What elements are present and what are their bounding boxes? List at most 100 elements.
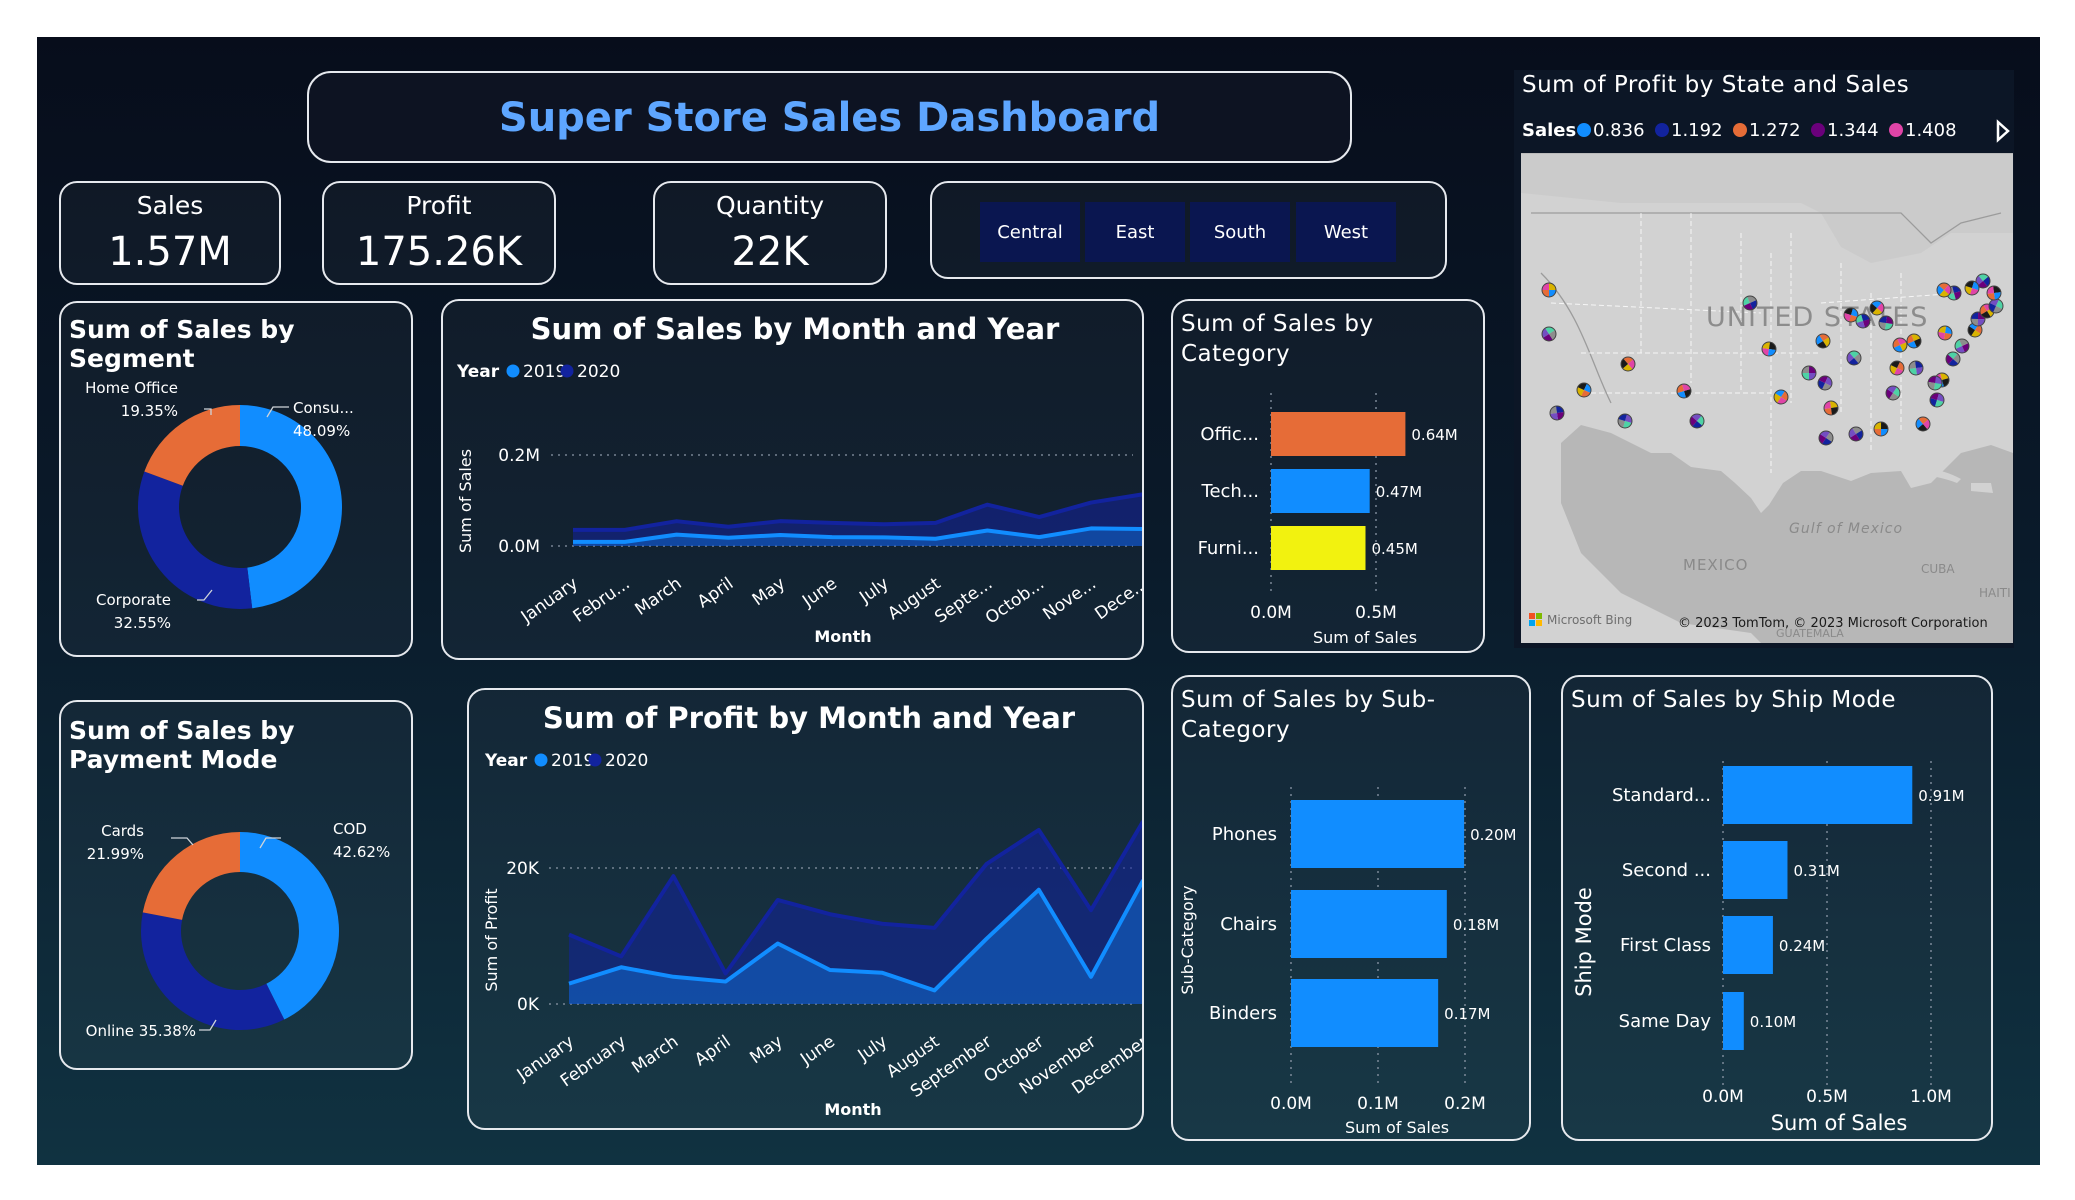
map-state-marker[interactable] — [1964, 280, 1980, 296]
map-state-marker[interactable] — [1878, 315, 1894, 331]
subcategory-ylabel: Sub-Category — [1178, 885, 1197, 994]
map-state-marker[interactable] — [1676, 383, 1692, 399]
region-button-west[interactable]: West — [1296, 202, 1396, 262]
profit-month-chart: Sum of Profit by Month and Year Year 201… — [482, 701, 1142, 1119]
profit-xtick-6: July — [854, 1032, 891, 1066]
sales-xtick-9: Octob... — [982, 574, 1048, 629]
payment-slice-online[interactable] — [141, 912, 285, 1030]
map-haiti-label: HAITI — [1979, 586, 2011, 600]
subcategory-value-binders: 0.17M — [1444, 1005, 1490, 1023]
sales-xlabel: Month — [814, 627, 871, 646]
map-state-marker[interactable] — [1945, 351, 1961, 367]
shipmode-value-standard: 0.91M — [1918, 787, 1964, 805]
map-state-marker[interactable] — [1873, 421, 1889, 437]
category-bar-tech[interactable] — [1271, 469, 1370, 513]
shipmode-bar-standard[interactable] — [1723, 766, 1913, 824]
segment-pct-corporate: 32.55% — [114, 614, 171, 632]
map-state-marker[interactable] — [1988, 298, 2004, 314]
map-state-marker[interactable] — [1908, 360, 1924, 376]
sales-legend-2019: 2019 — [523, 362, 566, 382]
map-state-marker[interactable] — [1549, 405, 1565, 421]
map-cuba-label: CUBA — [1921, 562, 1955, 576]
map-state-marker[interactable] — [1817, 375, 1833, 391]
category-value-tech: 0.47M — [1376, 483, 1422, 501]
category-bar-furni[interactable] — [1271, 526, 1366, 570]
payment-slice-cards[interactable] — [142, 832, 240, 920]
map-state-marker[interactable] — [1620, 356, 1636, 372]
map-state-marker[interactable] — [1773, 389, 1789, 405]
region-button-central[interactable]: Central — [980, 202, 1080, 262]
sales-legend-2020: 2020 — [577, 362, 620, 382]
sales-ytick-0.0M: 0.0M — [498, 537, 540, 557]
subcategory-xtick-0: 0.0M — [1270, 1094, 1312, 1114]
profit-legend-2019-marker — [534, 753, 548, 767]
map-state-marker[interactable] — [1869, 300, 1885, 316]
segment-slice-corporate[interactable] — [138, 471, 253, 609]
subcategory-bar-chairs[interactable] — [1291, 890, 1447, 958]
sales-xtick-1: Febru... — [570, 574, 634, 627]
subcategory-bar-phones[interactable] — [1291, 800, 1465, 868]
map-state-marker[interactable] — [1936, 282, 1952, 298]
map-state-marker[interactable] — [1986, 285, 2002, 301]
map-state-marker[interactable] — [1906, 333, 1922, 349]
map-state-marker[interactable] — [1818, 430, 1834, 446]
map-state-marker[interactable] — [1823, 400, 1839, 416]
map-state-marker[interactable] — [1846, 350, 1862, 366]
map-canvas[interactable]: UNITED STATES Gulf of Mexico MEXICO CUBA… — [1521, 153, 2013, 643]
subcategory-bar-binders[interactable] — [1291, 979, 1439, 1047]
region-button-south[interactable]: South — [1190, 202, 1290, 262]
map-legend-label-1: 1.192 — [1671, 120, 1723, 141]
map-state-marker[interactable] — [1892, 337, 1908, 353]
sales-month-card: Sum of Sales by Month and Year Year 2019… — [441, 299, 1144, 660]
profit-xtick-4: May — [746, 1032, 786, 1069]
shipmode-category-same-day: Same Day — [1619, 1011, 1712, 1032]
map-gulf-label: Gulf of Mexico — [1789, 521, 1903, 537]
map-legend-label-4: 1.408 — [1905, 120, 1957, 141]
map-state-marker[interactable] — [1576, 382, 1592, 398]
map-state-marker[interactable] — [1855, 313, 1871, 329]
segment-pct-consumer: 48.09% — [293, 422, 350, 440]
category-bar-chart: Offic... 0.64M Tech... 0.47M Furni... 0.45M 0… — [1198, 393, 1458, 647]
map-state-marker[interactable] — [1889, 360, 1905, 376]
bing-logo-icon — [1529, 613, 1535, 619]
map-legend-marker-0 — [1577, 123, 1591, 137]
subcategory-bar-chart: Phones 0.20MChairs 0.18MBinders 0.17M 0.0M … — [1178, 787, 1516, 1137]
shipmode-bar-second[interactable] — [1723, 841, 1788, 899]
sales-xtick-3: April — [694, 574, 737, 613]
kpi-sales-label: Sales — [136, 191, 204, 220]
shipmode-bar-same-day[interactable] — [1723, 992, 1744, 1050]
shipmode-bar-first-class[interactable] — [1723, 916, 1773, 974]
profit-ytick-20K: 20K — [506, 859, 540, 879]
sales-ylabel: Sum of Sales — [456, 449, 475, 553]
segment-pct-home-office: 19.35% — [121, 402, 178, 420]
map-legend-marker-4 — [1889, 123, 1903, 137]
map-state-marker[interactable] — [1929, 392, 1945, 408]
category-bar-offic[interactable] — [1271, 412, 1406, 456]
kpi-quantity-label: Quantity — [715, 191, 825, 220]
map-state-marker[interactable] — [1801, 365, 1817, 381]
map-state-marker[interactable] — [1927, 375, 1943, 391]
map-state-marker[interactable] — [1617, 413, 1633, 429]
subcategory-category-phones: Phones — [1212, 824, 1277, 845]
segment-label-consumer: Consu... — [293, 399, 354, 417]
play-icon[interactable] — [1996, 119, 2010, 143]
map-state-marker[interactable] — [1761, 341, 1777, 357]
category-value-offic: 0.64M — [1411, 426, 1457, 444]
map-state-marker[interactable] — [1915, 416, 1931, 432]
map-state-marker[interactable] — [1954, 338, 1970, 354]
kpi-quantity-card: Quantity 22K — [653, 181, 887, 285]
profit-legend-2020-marker — [588, 753, 602, 767]
map-state-marker[interactable] — [1541, 282, 1557, 298]
map-state-marker[interactable] — [1848, 426, 1864, 442]
map-state-marker[interactable] — [1742, 295, 1758, 311]
map-state-marker[interactable] — [1937, 325, 1953, 341]
shipmode-value-first-class: 0.24M — [1779, 937, 1825, 955]
map-state-marker[interactable] — [1815, 333, 1831, 349]
kpi-profit-value: 175.26K — [355, 229, 523, 275]
segment-label-corporate: Corporate — [96, 591, 171, 609]
map-state-marker[interactable] — [1689, 413, 1705, 429]
map-state-marker[interactable] — [1885, 385, 1901, 401]
region-button-east[interactable]: East — [1085, 202, 1185, 262]
map-legend-marker-1 — [1655, 123, 1669, 137]
map-state-marker[interactable] — [1541, 326, 1557, 342]
